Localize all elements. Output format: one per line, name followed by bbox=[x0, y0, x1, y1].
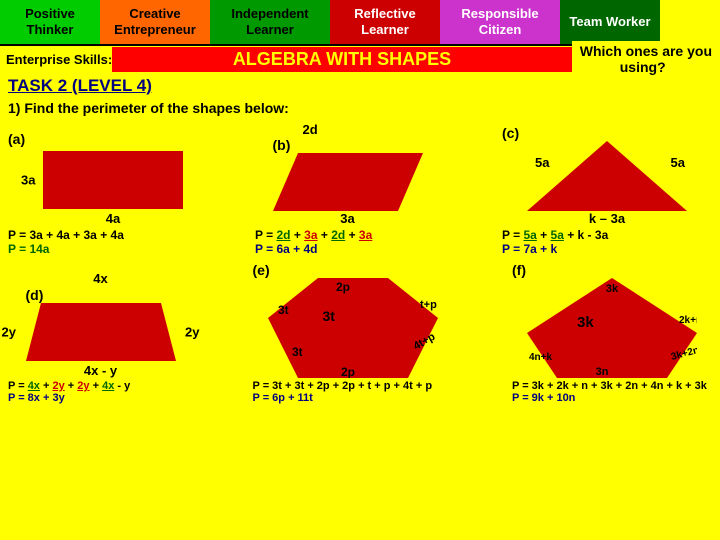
shape-c-bottom: k – 3a bbox=[589, 211, 625, 226]
shape-b-svg bbox=[273, 153, 423, 211]
eq-b: P = 2d + 3a + 2d + 3a P = 6a + 4d bbox=[255, 228, 440, 256]
shape-c-side2: 5a bbox=[671, 155, 685, 170]
tab-independent-learner[interactable]: Independent Learner bbox=[210, 0, 330, 44]
svg-text:3t: 3t bbox=[278, 303, 289, 317]
svg-text:2k+n: 2k+n bbox=[679, 315, 697, 326]
svg-text:2p: 2p bbox=[335, 280, 349, 294]
eq-c: P = 5a + 5a + k - 3a P = 7a + k bbox=[502, 228, 712, 256]
tab-creative-entrepreneur[interactable]: Creative Entrepreneur bbox=[100, 0, 210, 44]
svg-text:3t: 3t bbox=[292, 345, 303, 359]
eq-d: P = 4x + 2y + 2y + 4x - y P = 8x + 3y bbox=[8, 380, 193, 404]
which-ones-text: Which ones are you using? bbox=[572, 41, 720, 77]
svg-text:t+p: t+p bbox=[420, 299, 437, 311]
shape-e-label: (e) bbox=[253, 262, 270, 278]
svg-text:2p: 2p bbox=[340, 365, 354, 378]
eq-e: P = 3t + 3t + 2p + 2p + t + p + 4t + p P… bbox=[253, 380, 453, 404]
shape-c-side1: 5a bbox=[535, 155, 549, 170]
shape-b-bottom: 3a bbox=[340, 211, 354, 226]
shape-a-bottom: 4a bbox=[43, 211, 183, 226]
main-content: TASK 2 (LEVEL 4) 1) Find the perimeter o… bbox=[0, 72, 720, 408]
shape-c-label: (c) bbox=[502, 125, 519, 141]
shape-b: 2d (b) 3a bbox=[255, 122, 440, 226]
shape-b-top: 2d bbox=[303, 122, 318, 137]
algebra-title: ALGEBRA WITH SHAPES bbox=[112, 47, 572, 72]
shape-f-label: (f) bbox=[512, 262, 526, 278]
task-title: TASK 2 (LEVEL 4) bbox=[8, 76, 712, 96]
svg-text:3k: 3k bbox=[606, 283, 619, 295]
shape-a: (a) 3a 4a bbox=[8, 131, 193, 226]
svg-text:3n: 3n bbox=[596, 366, 609, 378]
shape-d-svg bbox=[26, 303, 176, 361]
shape-d-right: 2y bbox=[185, 325, 199, 340]
shape-a-left: 3a bbox=[21, 173, 35, 188]
shape-f-svg: 3k 2k+n 3k+2n 3n 4n+k bbox=[527, 278, 697, 378]
shape-e: (e) 2p t+p 4t+p 2p 3t 3t 3t bbox=[253, 262, 453, 378]
shape-a-label: (a) bbox=[8, 131, 25, 147]
eq-a: P = 3a + 4a + 3a + 4a P = 14a bbox=[8, 228, 193, 256]
shape-f: (f) 3k 2k+n 3k+2n 3n 4n+k 3k bbox=[512, 262, 712, 378]
shape-e-svg: 2p t+p 4t+p 2p 3t 3t bbox=[268, 278, 438, 378]
shape-d: 4x (d) 2y 2y 4x - y bbox=[8, 271, 193, 378]
shape-c-svg bbox=[527, 141, 687, 211]
shape-d-top: 4x bbox=[93, 271, 107, 286]
tab-team-worker[interactable]: Team Worker bbox=[560, 0, 660, 44]
svg-text:4n+k: 4n+k bbox=[529, 352, 553, 363]
tab-positive-thinker[interactable]: Positive Thinker bbox=[0, 0, 100, 44]
eq-f: P = 3k + 2k + n + 3k + 2n + 4n + k + 3k … bbox=[512, 380, 712, 404]
shape-d-label: (d) bbox=[26, 287, 44, 303]
shape-d-bottom: 4x - y bbox=[84, 363, 117, 378]
header: Positive Thinker Creative Entrepreneur I… bbox=[0, 0, 720, 72]
tab-reflective-learner[interactable]: Reflective Learner bbox=[330, 0, 440, 44]
task-instruction: 1) Find the perimeter of the shapes belo… bbox=[8, 100, 712, 116]
shape-d-left: 2y bbox=[2, 325, 16, 340]
enterprise-label: Enterprise Skills: bbox=[0, 52, 112, 67]
shape-b-label: (b) bbox=[273, 137, 291, 153]
tab-responsible-citizen[interactable]: Responsible Citizen bbox=[440, 0, 560, 44]
shape-c: (c) 5a 5a k – 3a bbox=[502, 125, 712, 226]
